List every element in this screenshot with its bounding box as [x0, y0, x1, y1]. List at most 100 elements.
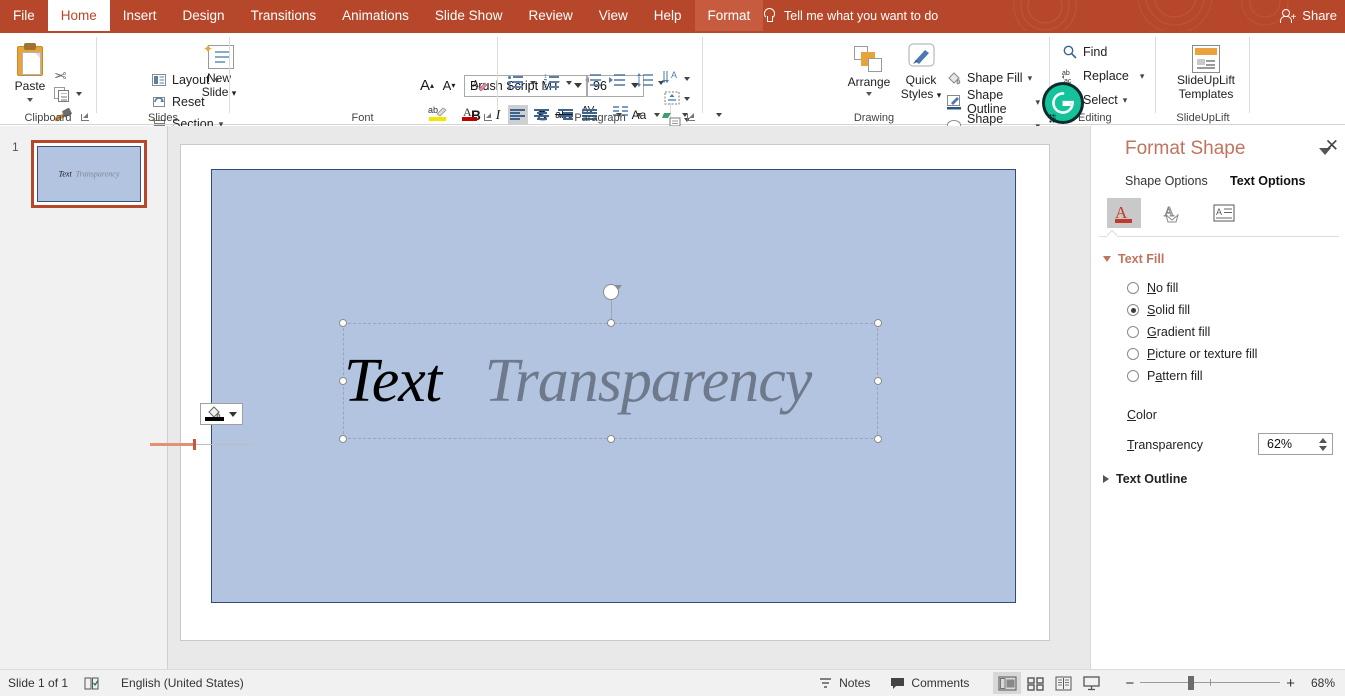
transparency-spin-up[interactable] — [1319, 438, 1327, 443]
layout-button[interactable]: Layout ▾ — [147, 69, 223, 91]
shape-outline-icon — [946, 94, 962, 110]
slider-knob[interactable] — [193, 439, 196, 450]
align-text-button[interactable] — [662, 90, 682, 110]
zoom-level-label[interactable]: 68% — [1301, 670, 1345, 696]
tab-shape-options[interactable]: Shape Options — [1125, 174, 1208, 188]
tab-design[interactable]: Design — [170, 0, 238, 31]
tab-text-options[interactable]: Text Options — [1230, 174, 1305, 188]
tab-home[interactable]: Home — [48, 0, 110, 31]
reset-button[interactable]: Reset — [147, 91, 209, 113]
decrease-indent-button[interactable] — [584, 73, 604, 93]
shape-outline-button[interactable]: Shape Outline ▾ — [942, 91, 1044, 113]
resize-handle-bottom-right[interactable] — [874, 435, 882, 443]
quick-styles-label-2-row: Styles ▾ — [901, 87, 942, 102]
share-button[interactable]: + Share — [1280, 0, 1337, 31]
tab-insert[interactable]: Insert — [110, 0, 170, 31]
paragraph-dialog-launcher[interactable] — [686, 112, 697, 123]
section-text-outline[interactable]: Text Outline — [1103, 472, 1187, 486]
resize-handle-bottom-center[interactable] — [607, 435, 615, 443]
cut-icon[interactable]: ✂ — [54, 67, 67, 85]
normal-view-icon — [998, 675, 1017, 692]
paste-label: Paste — [15, 79, 46, 93]
grammarly-drag-handle[interactable] — [1049, 114, 1056, 123]
transparency-spin-down[interactable] — [1319, 446, 1327, 451]
numbering-caret[interactable] — [566, 81, 572, 85]
clear-formatting-button[interactable]: A — [470, 75, 490, 95]
format-pane-close-icon[interactable]: ✕ — [1325, 138, 1339, 154]
radio-solid-fill[interactable]: Solid fill — [1127, 303, 1190, 317]
transparency-input[interactable]: 62% — [1258, 433, 1333, 455]
reading-view-button[interactable] — [1049, 672, 1077, 694]
radio-pattern-fill[interactable]: Pattern fill — [1127, 369, 1203, 383]
slide-show-view-button[interactable] — [1077, 672, 1105, 694]
resize-handle-top-center[interactable] — [607, 319, 615, 327]
arrange-caret[interactable] — [866, 92, 872, 96]
ribbon-group-clipboard: Paste ✂ Clipboard — [0, 33, 96, 125]
font-dialog-launcher[interactable] — [483, 112, 494, 123]
tab-animations[interactable]: Animations — [329, 0, 422, 31]
bullets-button[interactable] — [508, 73, 528, 93]
radio-no-fill[interactable]: No fill — [1127, 281, 1178, 295]
numbering-button[interactable]: 1 2 3 — [544, 73, 564, 93]
paste-button[interactable]: Paste — [8, 39, 52, 115]
shape-fill-button[interactable]: Shape Fill ▾ — [942, 67, 1036, 89]
slide-surface[interactable]: Text Transparency — [181, 145, 1049, 640]
notes-button[interactable]: Notes — [808, 670, 880, 696]
accessibility-checker-button[interactable] — [78, 670, 107, 696]
tell-me-search[interactable]: Tell me what you want to do — [762, 0, 938, 31]
comments-button[interactable]: Comments — [880, 670, 979, 696]
shrink-font-button[interactable]: A▾ — [439, 75, 459, 95]
copy-dropdown-caret[interactable] — [76, 92, 82, 96]
resize-handle-top-left[interactable] — [339, 319, 347, 327]
textbox-icon[interactable]: A — [1207, 198, 1241, 228]
copy-icon[interactable] — [54, 87, 71, 102]
tab-help[interactable]: Help — [641, 0, 695, 31]
bullets-caret[interactable] — [530, 81, 536, 85]
paste-dropdown-caret[interactable] — [27, 98, 33, 102]
grow-font-button[interactable]: A▴ — [417, 75, 437, 95]
replace-label: Replace — [1083, 69, 1129, 83]
clipboard-dialog-launcher[interactable] — [80, 112, 91, 123]
shape-fill-icon — [946, 70, 962, 86]
resize-handle-middle-left[interactable] — [339, 377, 347, 385]
radio-gradient-fill[interactable]: Gradient fill — [1127, 325, 1210, 339]
tab-slide-show[interactable]: Slide Show — [422, 0, 516, 31]
slideuplift-templates-button[interactable]: SlideUpLift Templates — [1174, 39, 1238, 115]
tab-transitions[interactable]: Transitions — [238, 0, 330, 31]
zoom-out-button[interactable]: − — [1119, 670, 1140, 696]
ribbon-tab-bar: File Home Insert Design Transitions Anim… — [0, 0, 763, 31]
increase-indent-button[interactable] — [608, 73, 628, 93]
resize-handle-top-right[interactable] — [874, 319, 882, 327]
tab-review[interactable]: Review — [515, 0, 585, 31]
tab-view[interactable]: View — [586, 0, 641, 31]
text-direction-caret[interactable] — [684, 77, 690, 81]
format-pane-divider — [1099, 236, 1339, 237]
radio-picture-fill[interactable]: Picture or texture fill — [1127, 347, 1257, 361]
grammarly-button[interactable] — [1042, 82, 1084, 124]
color-dropdown-caret[interactable] — [229, 412, 237, 417]
slide-thumbnail-1[interactable]: Text Transparency — [31, 140, 147, 208]
zoom-in-button[interactable]: + — [1280, 670, 1301, 696]
resize-handle-middle-right[interactable] — [874, 377, 882, 385]
section-text-fill[interactable]: Text Fill — [1103, 252, 1164, 266]
arrange-button[interactable]: Arrange — [844, 39, 894, 115]
normal-view-button[interactable] — [993, 672, 1021, 694]
tab-file[interactable]: File — [0, 0, 48, 31]
selected-text-box[interactable]: Text Transparency — [343, 323, 878, 439]
text-effects-icon[interactable]: A — [1155, 198, 1189, 228]
line-spacing-button[interactable] — [636, 73, 656, 93]
align-text-caret[interactable] — [684, 97, 690, 101]
resize-handle-bottom-left[interactable] — [339, 435, 347, 443]
text-direction-button[interactable]: A — [662, 69, 682, 89]
tab-format[interactable]: Format — [695, 0, 764, 31]
quick-styles-button[interactable]: Quick Styles ▾ — [896, 39, 946, 115]
slide-sorter-view-button[interactable] — [1021, 672, 1049, 694]
text-fill-outline-icon[interactable]: A — [1107, 198, 1141, 228]
zoom-slider[interactable] — [1140, 676, 1280, 690]
transparency-slider[interactable] — [150, 443, 253, 446]
text-fill-color-button[interactable] — [200, 403, 243, 425]
find-button[interactable]: Find — [1058, 41, 1111, 63]
rotate-handle[interactable] — [603, 284, 619, 300]
zoom-knob[interactable] — [1188, 676, 1194, 690]
ribbon-group-drawing: A ▲ ▼ — [704, 33, 1044, 125]
